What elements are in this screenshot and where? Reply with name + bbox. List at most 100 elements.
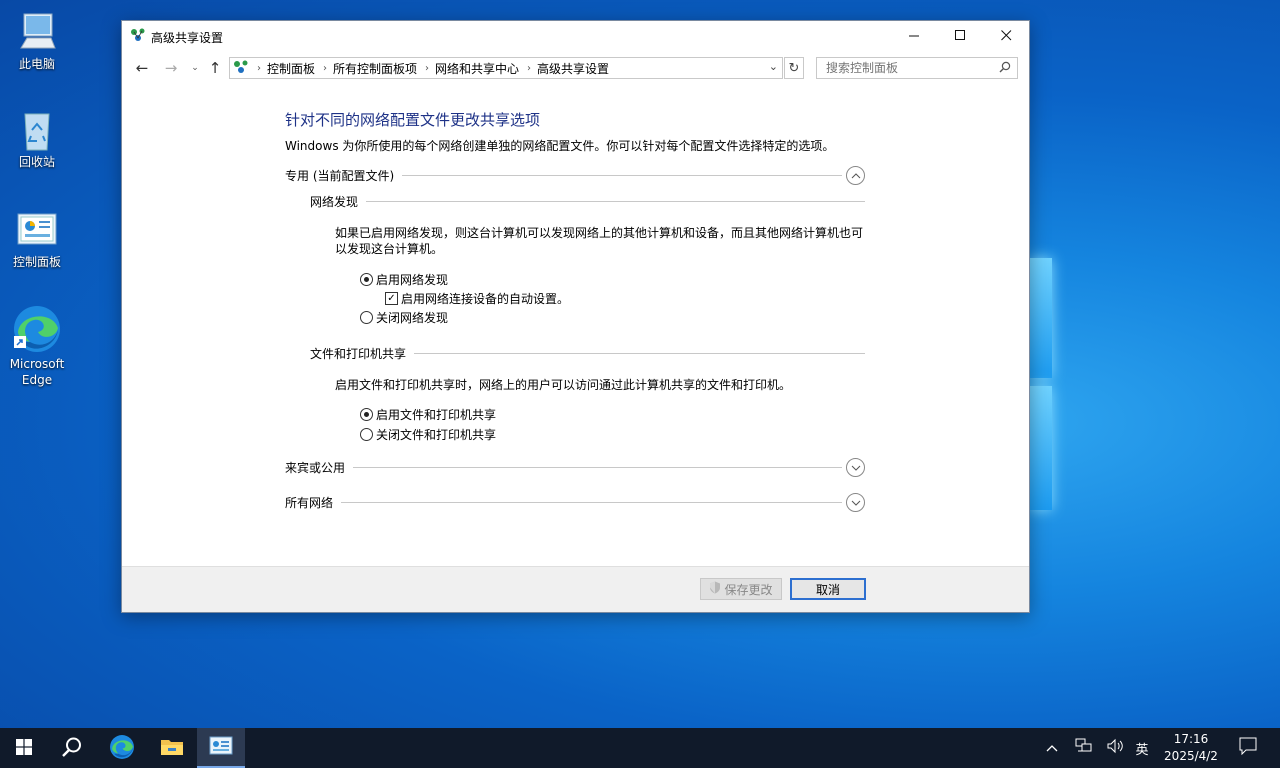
chevron-down-icon: ⌄	[191, 63, 199, 73]
radio-empty-icon	[360, 428, 373, 441]
refresh-button[interactable]: ↻	[784, 57, 804, 79]
back-button[interactable]: ←	[132, 55, 152, 81]
taskbar-file-explorer[interactable]	[148, 728, 196, 768]
arrow-up-icon: ↑	[208, 59, 222, 77]
desktop-icon-this-pc[interactable]: 此电脑	[4, 10, 70, 72]
volume-button[interactable]	[1104, 728, 1128, 768]
notification-icon	[1239, 737, 1257, 759]
subsection-file-sharing: 文件和打印机共享	[310, 345, 865, 362]
checkbox-auto-setup[interactable]: ✓ 启用网络连接设备的自动设置。	[385, 290, 569, 307]
advanced-sharing-window: 高级共享设置 ← → ⌄ ↑ › 控制面板 › 所有控制面板项 › 网络和共享中…	[121, 20, 1030, 613]
search-box[interactable]	[816, 57, 1018, 79]
page-description: Windows 为你所使用的每个网络创建单独的网络配置文件。你可以针对每个配置文…	[285, 139, 835, 153]
desktop-icon-label: 此电脑	[18, 57, 55, 71]
section-guest[interactable]: 来宾或公用	[285, 458, 865, 477]
forward-button[interactable]: →	[161, 55, 181, 81]
close-icon	[1000, 26, 1012, 45]
search-input[interactable]	[824, 60, 988, 76]
window-title: 高级共享设置	[151, 31, 224, 45]
network-icon	[130, 28, 146, 42]
chevron-down-icon[interactable]: ⌄	[769, 60, 778, 73]
desktop-icon-label: 控制面板	[12, 255, 61, 269]
breadcrumb-separator-icon: ›	[425, 62, 430, 74]
save-button-label: 保存更改	[724, 582, 773, 597]
title-bar[interactable]: 高级共享设置	[122, 21, 1029, 50]
arrow-left-icon: ←	[135, 59, 149, 77]
windows-logo-icon	[16, 738, 32, 758]
desktop-icon-control-panel[interactable]: 控制面板	[4, 208, 70, 270]
search-icon	[999, 61, 1011, 76]
page-title: 针对不同的网络配置文件更改共享选项	[285, 111, 541, 129]
breadcrumb-separator-icon: ›	[527, 62, 532, 74]
checkmark-icon: ✓	[385, 292, 398, 305]
section-all-networks[interactable]: 所有网络	[285, 493, 865, 512]
checkbox-auto-setup-label: 启用网络连接设备的自动设置。	[401, 292, 570, 306]
file-sharing-description: 启用文件和打印机共享时，网络上的用户可以访问通过此计算机共享的文件和打印机。	[335, 378, 792, 392]
show-hidden-icons-button[interactable]	[1042, 728, 1062, 768]
radio-sharing-on[interactable]: 启用文件和打印机共享	[360, 406, 496, 423]
breadcrumb-advanced-sharing[interactable]: 高级共享设置	[537, 60, 609, 77]
shield-icon	[709, 581, 721, 597]
chevron-up-icon	[1046, 741, 1058, 756]
chevron-down-icon[interactable]	[846, 493, 865, 512]
breadcrumb-all-items[interactable]: 所有控制面板项	[333, 60, 417, 77]
close-button[interactable]	[983, 21, 1029, 50]
radio-empty-icon	[360, 311, 373, 324]
radio-discovery-on[interactable]: 启用网络发现	[360, 271, 448, 288]
network-icon	[233, 60, 249, 77]
taskbar-edge[interactable]	[98, 728, 146, 768]
maximize-icon	[954, 26, 966, 45]
clock-date: 2025/4/2	[1164, 749, 1218, 763]
network-status-button[interactable]	[1072, 728, 1096, 768]
subsection-discovery-title: 网络发现	[310, 195, 359, 209]
desktop-icon-edge[interactable]: Microsoft Edge	[4, 304, 70, 388]
subsection-file-sharing-title: 文件和打印机共享	[310, 347, 407, 361]
discovery-description: 如果已启用网络发现，则这台计算机可以发现网络上的其他计算机和设备，而且其他网络计…	[335, 226, 864, 256]
maximize-button[interactable]	[937, 21, 983, 50]
edge-icon	[109, 734, 135, 763]
radio-sharing-on-label: 启用文件和打印机共享	[376, 408, 497, 422]
breadcrumb-network-center[interactable]: 网络和共享中心	[435, 60, 519, 77]
desktop-icon-recycle-bin[interactable]: 回收站	[4, 108, 70, 170]
breadcrumb-control-panel[interactable]: 控制面板	[267, 60, 315, 77]
radio-discovery-off[interactable]: 关闭网络发现	[360, 309, 448, 326]
cancel-button[interactable]: 取消	[790, 578, 866, 600]
recycle-bin-icon	[15, 108, 59, 152]
control-panel-icon	[15, 208, 59, 252]
taskbar: 英 17:16 2025/4/2	[0, 728, 1280, 768]
chevron-down-icon[interactable]	[846, 458, 865, 477]
chevron-up-icon[interactable]	[846, 166, 865, 185]
radio-discovery-off-label: 关闭网络发现	[376, 311, 449, 325]
notification-center-button[interactable]	[1234, 728, 1262, 768]
radio-sharing-off-label: 关闭文件和打印机共享	[376, 428, 497, 442]
search-icon	[61, 736, 83, 761]
section-all-networks-title: 所有网络	[285, 496, 334, 510]
desktop-icon-label: 回收站	[18, 155, 55, 169]
control-panel-icon	[209, 736, 233, 759]
section-private[interactable]: 专用 (当前配置文件)	[285, 166, 865, 185]
taskbar-control-panel[interactable]	[197, 728, 245, 768]
minimize-button[interactable]	[891, 21, 937, 50]
dialog-footer: 保存更改 取消	[122, 566, 1029, 612]
taskbar-search-button[interactable]	[48, 728, 96, 768]
section-private-title: 专用 (当前配置文件)	[285, 169, 395, 183]
recent-locations-button[interactable]: ⌄	[185, 55, 205, 81]
navigation-bar: ← → ⌄ ↑ › 控制面板 › 所有控制面板项 › 网络和共享中心 › 高级共…	[122, 55, 1029, 81]
taskbar-clock[interactable]: 17:16 2025/4/2	[1160, 731, 1222, 765]
breadcrumb-separator-icon: ›	[257, 62, 261, 74]
clock-time: 17:16	[1173, 732, 1209, 746]
up-button[interactable]: ↑	[205, 55, 225, 81]
save-button[interactable]: 保存更改	[700, 578, 782, 600]
arrow-right-icon: →	[164, 59, 178, 77]
radio-discovery-on-label: 启用网络发现	[376, 273, 449, 287]
refresh-icon: ↻	[788, 60, 800, 76]
input-method-indicator[interactable]: 英	[1130, 728, 1154, 768]
computer-icon	[15, 10, 59, 54]
address-bar[interactable]: › 控制面板 › 所有控制面板项 › 网络和共享中心 › 高级共享设置 ⌄	[229, 57, 783, 79]
radio-sharing-off[interactable]: 关闭文件和打印机共享	[360, 426, 496, 443]
cancel-button-label: 取消	[815, 582, 840, 597]
start-button[interactable]	[0, 728, 48, 768]
breadcrumb-separator-icon: ›	[323, 62, 328, 74]
ethernet-icon	[1075, 738, 1093, 758]
folder-icon	[160, 737, 184, 760]
